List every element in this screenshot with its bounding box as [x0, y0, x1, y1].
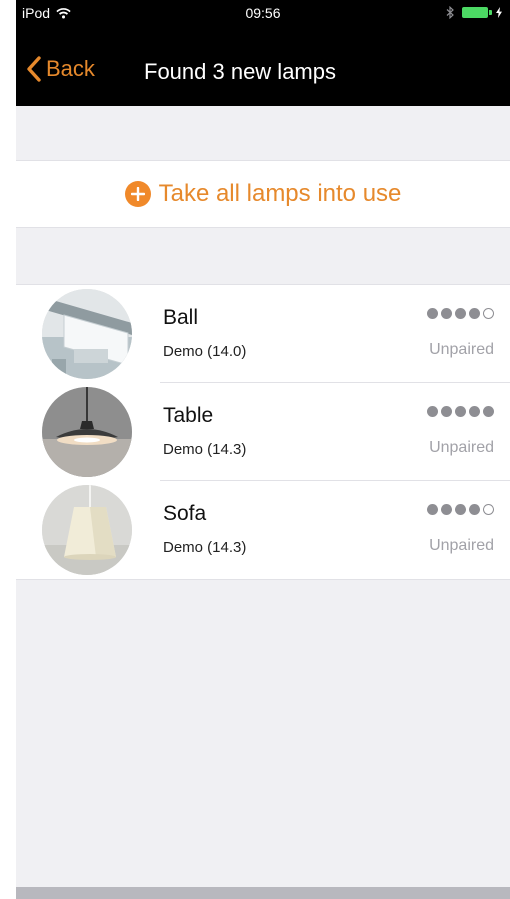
signal-dot-icon	[469, 406, 480, 417]
back-label: Back	[46, 56, 95, 81]
signal-strength-indicator	[427, 308, 494, 319]
battery-tip	[489, 10, 492, 15]
top-bar: iPod 09:56 Back Found 3 new lamps	[16, 0, 510, 106]
lamp-status: Unpaired	[429, 537, 494, 554]
lamp-name: Ball	[163, 306, 199, 329]
table-lamp-image	[42, 387, 132, 477]
signal-dot-icon	[469, 504, 480, 515]
sofa-lamp-image	[42, 485, 132, 575]
lamp-status: Unpaired	[429, 439, 494, 456]
lamp-subtitle: Demo (14.3)	[163, 441, 247, 458]
lamp-list: Ball Demo (14.0) Unpaired Table Demo (14…	[16, 284, 510, 580]
lamp-status: Unpaired	[429, 341, 494, 358]
lamp-thumbnail-ball	[42, 289, 132, 379]
signal-dot-icon	[441, 406, 452, 417]
lamp-thumbnail-table	[42, 387, 132, 477]
lamp-name: Table	[163, 404, 214, 427]
page-title: Found 3 new lamps	[144, 59, 336, 84]
lamp-subtitle: Demo (14.0)	[163, 343, 247, 360]
back-button[interactable]: Back	[26, 56, 95, 82]
signal-dot-icon	[427, 308, 438, 319]
lamp-name: Sofa	[163, 502, 207, 525]
lamp-thumbnail-sofa	[42, 485, 132, 575]
signal-dot-empty-icon	[483, 308, 494, 319]
bluetooth-icon	[446, 6, 454, 19]
signal-dot-icon	[427, 504, 438, 515]
signal-dot-empty-icon	[483, 504, 494, 515]
signal-dot-icon	[469, 308, 480, 319]
lamp-row-ball[interactable]: Ball Demo (14.0) Unpaired	[16, 285, 510, 383]
bottom-scroll-bar	[16, 887, 510, 899]
status-time: 09:56	[245, 5, 281, 21]
plus-glyph	[130, 187, 145, 201]
signal-dot-icon	[455, 406, 466, 417]
battery-icon	[462, 7, 492, 18]
lamp-subtitle: Demo (14.3)	[163, 539, 247, 556]
take-all-lamps-button[interactable]: Take all lamps into use	[16, 160, 510, 228]
take-all-label: Take all lamps into use	[158, 180, 402, 207]
signal-dot-icon	[427, 406, 438, 417]
signal-dot-icon	[455, 308, 466, 319]
status-right	[446, 6, 502, 19]
lamp-row-table[interactable]: Table Demo (14.3) Unpaired	[16, 383, 510, 481]
lamp-row-sofa[interactable]: Sofa Demo (14.3) Unpaired	[16, 481, 510, 579]
plus-circle-icon	[124, 181, 151, 207]
signal-dot-icon	[441, 308, 452, 319]
signal-dot-icon	[441, 504, 452, 515]
signal-strength-indicator	[427, 504, 494, 515]
signal-strength-indicator	[427, 406, 494, 417]
signal-dot-icon	[483, 406, 494, 417]
navigation-bar: Back Found 3 new lamps	[16, 48, 510, 98]
app-screen: iPod 09:56 Back Found 3 new lamps Take a…	[16, 0, 510, 899]
status-bar: iPod 09:56	[16, 0, 510, 28]
back-chevron-icon	[27, 56, 41, 82]
signal-dot-icon	[455, 504, 466, 515]
ball-lamp-image	[42, 289, 132, 379]
charging-bolt-icon	[496, 7, 502, 18]
